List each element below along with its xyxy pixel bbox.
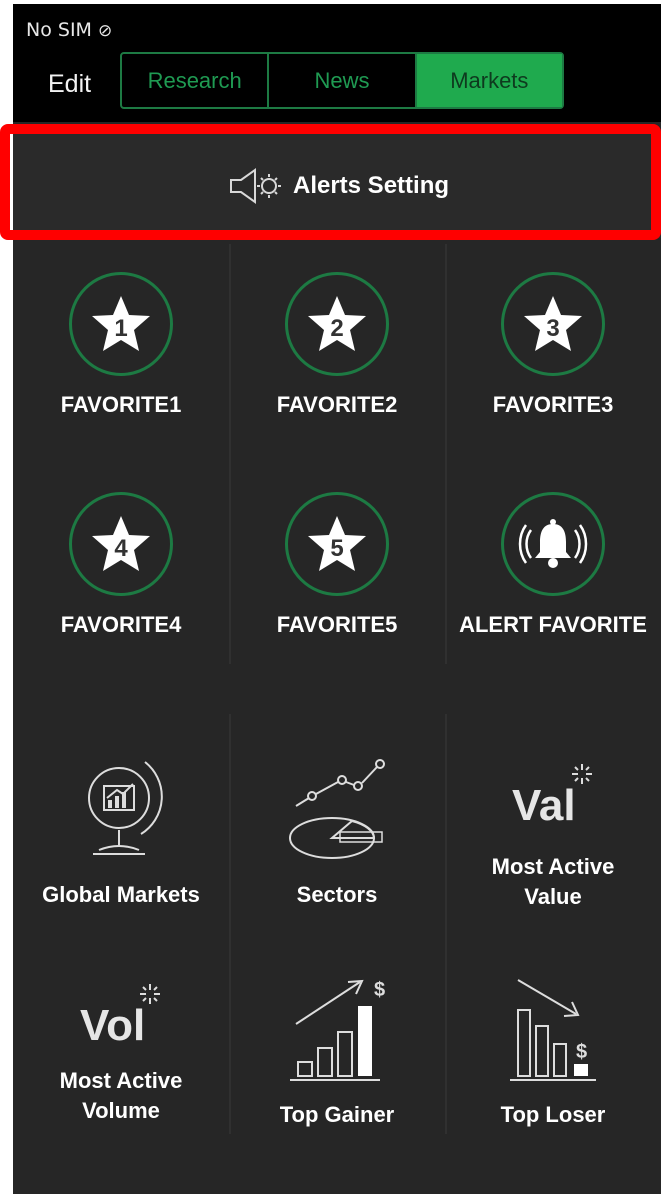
tab-news[interactable]: News [269, 54, 417, 107]
carrier-label: No SIM [26, 19, 92, 41]
global-markets-label: Global Markets [42, 882, 200, 907]
favorite-3-label: FAVORITE3 [492, 392, 614, 417]
favorite-2-tile[interactable]: 2 FAVORITE2 [229, 272, 445, 420]
svg-text:Val: Val [512, 781, 576, 830]
megaphone-gear-icon [229, 168, 281, 204]
favorite-1-label: FAVORITE1 [60, 392, 182, 417]
svg-text:1: 1 [114, 315, 127, 342]
link-icon: ⊘ [97, 21, 113, 41]
top-gainer-tile[interactable]: $ Top Gainer [229, 970, 445, 1130]
globe-chart-icon [88, 761, 163, 855]
status-bar: No SIM ⊘ [26, 19, 112, 41]
favorite-3-tile[interactable]: 3 FAVORITE3 [445, 272, 661, 420]
most-active-value-tile[interactable]: Val Most Active Value [445, 750, 661, 912]
top-loser-tile[interactable]: $ Top Loser [445, 970, 661, 1130]
top-loser-label: Top Loser [500, 1102, 606, 1127]
sectors-tile[interactable]: Sectors [229, 750, 445, 910]
alert-favorite-label: ALERT FAVORITE [459, 612, 647, 637]
top-bar: No SIM ⊘ Edit Research News Markets [13, 4, 661, 122]
bell-icon [501, 492, 605, 596]
global-markets-tile[interactable]: Global Markets [13, 750, 229, 910]
edit-button[interactable]: Edit [48, 70, 91, 99]
favorite-4-tile[interactable]: 4 FAVORITE4 [13, 492, 229, 640]
star-icon: 3 [501, 272, 605, 376]
most-active-volume-label-1: Most Active [59, 1068, 183, 1093]
most-active-value-label-1: Most Active [491, 854, 615, 879]
falling-bars-icon: $ [510, 979, 596, 1081]
volume-sparkle-icon: Vol [80, 984, 160, 1050]
svg-text:4: 4 [114, 535, 128, 562]
star-icon: 1 [69, 272, 173, 376]
svg-text:3: 3 [546, 315, 559, 342]
tab-research[interactable]: Research [122, 54, 270, 107]
star-icon: 2 [285, 272, 389, 376]
most-active-volume-label-2: Volume [82, 1098, 160, 1123]
segmented-control: Research News Markets [120, 52, 564, 109]
favorite-5-label: FAVORITE5 [276, 612, 398, 637]
svg-text:$: $ [576, 1041, 587, 1063]
tab-markets[interactable]: Markets [416, 54, 562, 107]
favorite-1-tile[interactable]: 1 FAVORITE1 [13, 272, 229, 420]
favorite-4-label: FAVORITE4 [60, 612, 182, 637]
most-active-value-label-2: Value [524, 884, 582, 909]
top-gainer-label: Top Gainer [279, 1102, 395, 1127]
star-icon: 4 [69, 492, 173, 596]
alerts-setting-label: Alerts Setting [292, 172, 450, 199]
alert-favorite-tile[interactable]: ALERT FAVORITE [445, 492, 661, 640]
favorite-2-label: FAVORITE2 [276, 392, 398, 417]
star-icon: 5 [285, 492, 389, 596]
phone-screen: No SIM ⊘ Edit Research News Markets Alert… [13, 4, 661, 1194]
svg-text:Vol: Vol [80, 1001, 145, 1050]
most-active-volume-tile[interactable]: Vol Most Active Volume [13, 970, 229, 1126]
rising-bars-icon: $ [290, 979, 385, 1081]
alerts-setting-button[interactable]: Alerts Setting [13, 134, 661, 238]
pie-trend-icon [289, 759, 385, 859]
svg-text:5: 5 [330, 535, 343, 562]
sectors-label: Sectors [296, 882, 378, 907]
value-sparkle-icon: Val [512, 764, 592, 830]
svg-text:2: 2 [330, 315, 343, 342]
svg-text:$: $ [374, 979, 385, 1001]
favorite-5-tile[interactable]: 5 FAVORITE5 [229, 492, 445, 640]
